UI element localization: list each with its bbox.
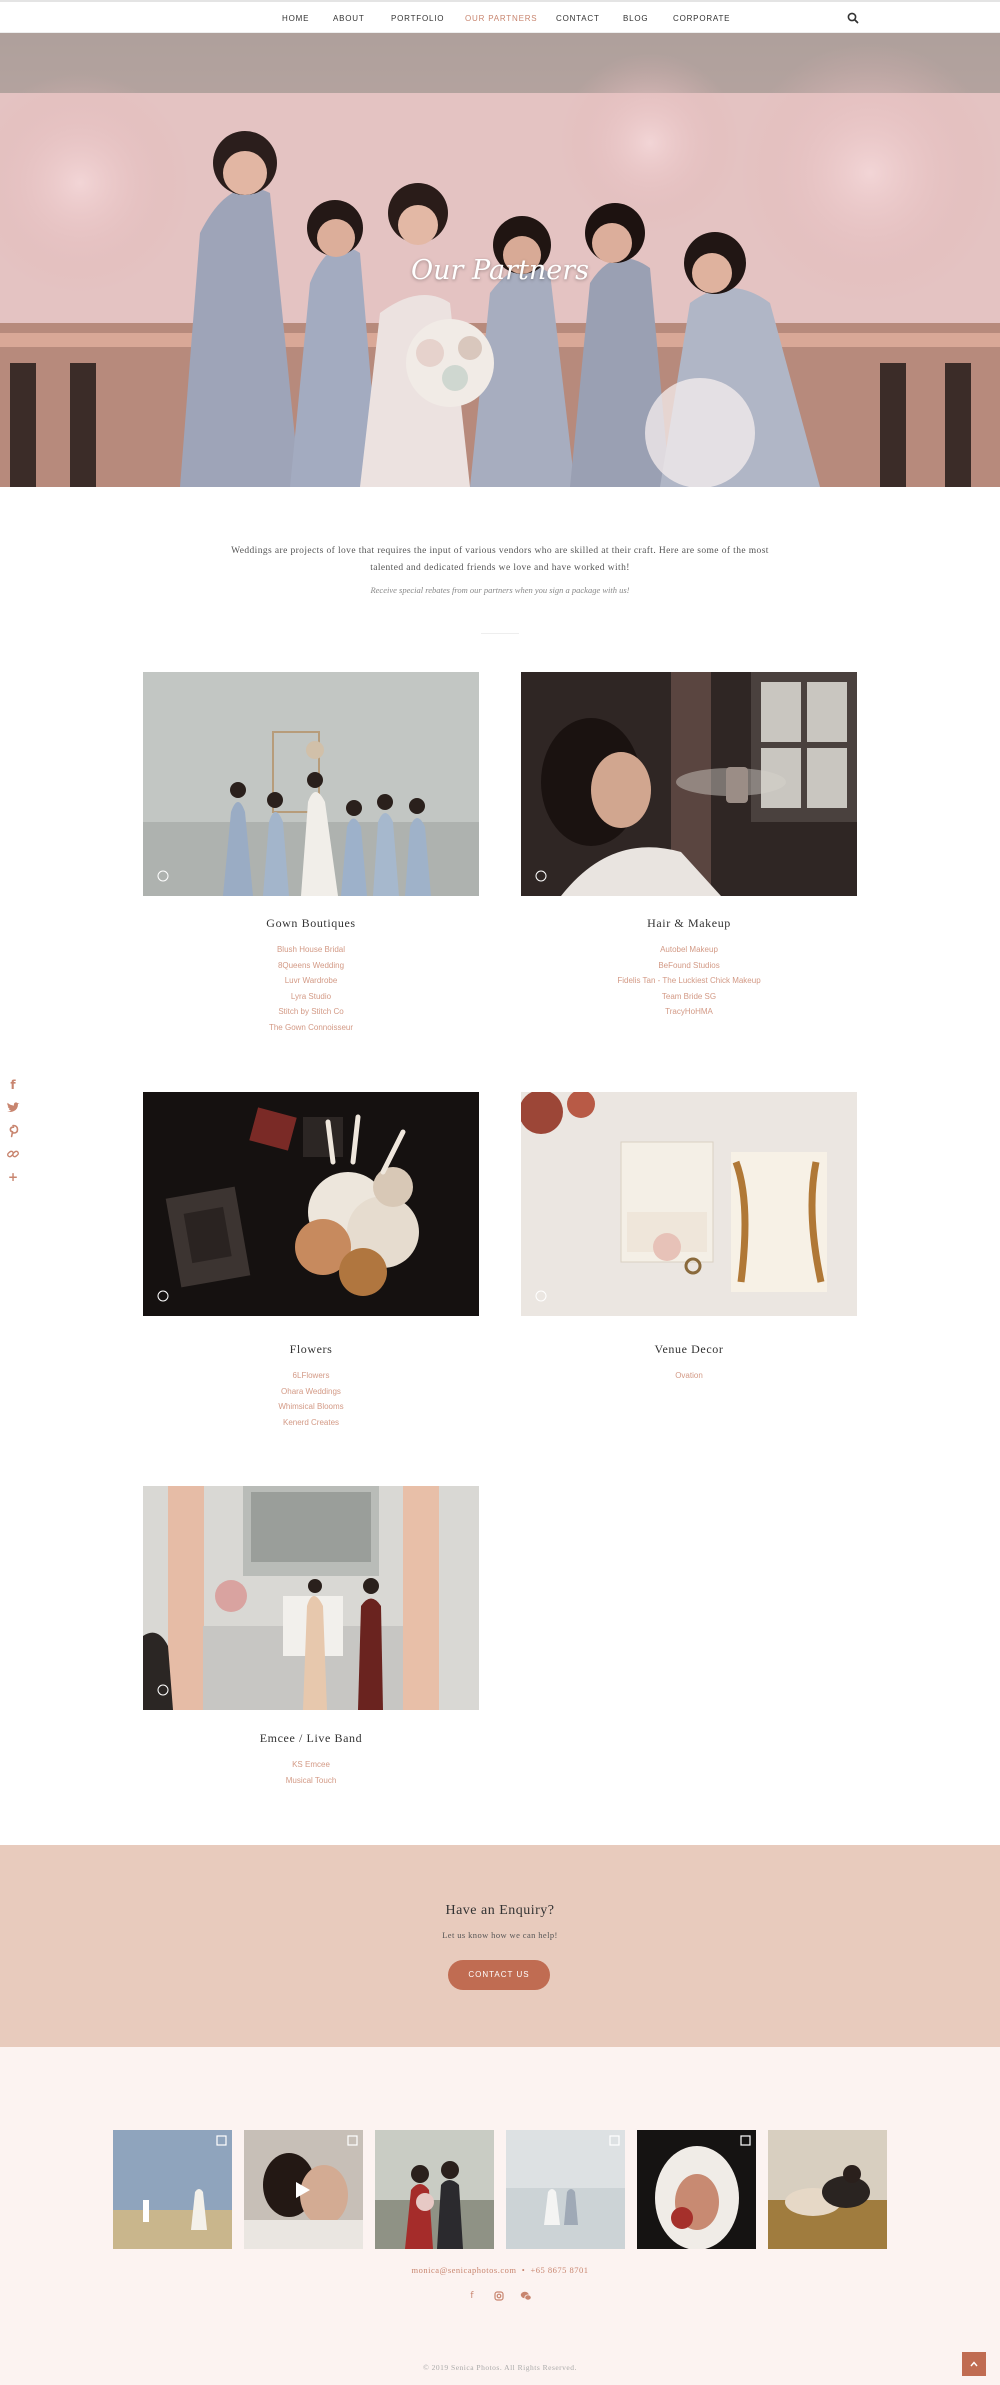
nav-item-contact[interactable]: CONTACT: [556, 14, 600, 23]
partner-link[interactable]: The Gown Connoisseur: [143, 1020, 479, 1036]
partner-link-list: Blush House Bridal 8Queens Wedding Luvr …: [143, 942, 479, 1036]
contact-separator: •: [521, 2265, 526, 2275]
back-to-top-button[interactable]: [962, 2352, 986, 2376]
partner-link-list: Ovation: [521, 1368, 857, 1384]
partner-link[interactable]: KS Emcee: [143, 1757, 479, 1773]
partner-link-list: KS Emcee Musical Touch: [143, 1757, 479, 1788]
phone-link[interactable]: +65 8675 8701: [530, 2265, 588, 2275]
partner-category-title: Flowers: [289, 1342, 333, 1356]
nav-item-portfolio[interactable]: PORTFOLIO: [391, 14, 444, 23]
partner-link[interactable]: Autobel Makeup: [521, 942, 857, 958]
partner-link[interactable]: Ovation: [521, 1368, 857, 1384]
emcee-live-band-image: [143, 1486, 479, 1710]
footer-social-icons: f: [465, 2289, 535, 2303]
instagram-post[interactable]: [506, 2130, 625, 2249]
instagram-post[interactable]: [375, 2130, 494, 2249]
link-icon[interactable]: [6, 1147, 20, 1161]
section-divider: [481, 633, 519, 634]
instagram-post[interactable]: [768, 2130, 887, 2249]
nav-item-blog[interactable]: BLOG: [623, 14, 648, 23]
wechat-icon[interactable]: [519, 2289, 533, 2303]
top-navigation: HOME ABOUT PORTFOLIO OUR PARTNERS CONTAC…: [0, 0, 1000, 33]
instagram-post[interactable]: [113, 2130, 232, 2249]
enquiry-title: Have an Enquiry?: [445, 1903, 555, 1918]
twitter-icon[interactable]: [6, 1101, 20, 1115]
nav-item-corporate[interactable]: CORPORATE: [673, 14, 730, 23]
footer: monica@senicaphotos.com • +65 8675 8701 …: [0, 2047, 1000, 2385]
pinterest-icon[interactable]: [6, 1124, 20, 1138]
contact-info: monica@senicaphotos.com • +65 8675 8701: [0, 2265, 1000, 2275]
flowers-image: [143, 1092, 479, 1316]
intro-text: Weddings are projects of love that requi…: [231, 546, 769, 573]
partner-link[interactable]: Musical Touch: [143, 1773, 479, 1789]
instagram-icon[interactable]: [492, 2289, 506, 2303]
enquiry-section: Have an Enquiry? Let us know how we can …: [0, 1845, 1000, 2047]
partner-category-title: Gown Boutiques: [266, 916, 356, 930]
instagram-post[interactable]: [637, 2130, 756, 2249]
partner-link-list: Autobel Makeup BeFound Studios Fidelis T…: [521, 942, 857, 1020]
contact-us-button[interactable]: CONTACT US: [448, 1960, 550, 1990]
partner-link[interactable]: Ohara Weddings: [143, 1384, 479, 1400]
plus-icon[interactable]: +: [6, 1170, 20, 1184]
facebook-icon[interactable]: f: [6, 1078, 20, 1092]
partner-link[interactable]: TracyHoHMA: [521, 1004, 857, 1020]
social-share-sidebar: f +: [6, 1078, 22, 1193]
gown-boutiques-image: [143, 672, 479, 896]
partner-link[interactable]: Team Bride SG: [521, 989, 857, 1005]
partner-link[interactable]: Stitch by Stitch Co: [143, 1004, 479, 1020]
nav-item-home[interactable]: HOME: [282, 14, 309, 23]
partner-link-list: 6LFlowers Ohara Weddings Whimsical Bloom…: [143, 1368, 479, 1430]
enquiry-subtitle: Let us know how we can help!: [442, 1930, 558, 1940]
search-button[interactable]: [846, 11, 860, 25]
facebook-icon[interactable]: f: [465, 2289, 479, 2303]
partner-link[interactable]: Whimsical Blooms: [143, 1399, 479, 1415]
partner-link[interactable]: Luvr Wardrobe: [143, 973, 479, 989]
hair-makeup-image: [521, 672, 857, 896]
partner-link[interactable]: 6LFlowers: [143, 1368, 479, 1384]
email-link[interactable]: monica@senicaphotos.com: [411, 2265, 516, 2275]
partner-link[interactable]: Fidelis Tan - The Luckiest Chick Makeup: [521, 973, 857, 989]
instagram-post[interactable]: [244, 2130, 363, 2249]
partner-link[interactable]: 8Queens Wedding: [143, 958, 479, 974]
nav-item-our-partners[interactable]: OUR PARTNERS: [465, 14, 537, 23]
chevron-up-icon: [970, 2361, 978, 2367]
search-icon: [847, 12, 859, 24]
venue-decor-image: [521, 1092, 857, 1316]
partner-link[interactable]: Kenerd Creates: [143, 1415, 479, 1431]
partner-link[interactable]: Blush House Bridal: [143, 942, 479, 958]
copyright: © 2019 Senica Photos. All Rights Reserve…: [423, 2363, 577, 2372]
nav-item-about[interactable]: ABOUT: [333, 14, 365, 23]
partner-category-title: Emcee / Live Band: [259, 1731, 363, 1745]
partner-category-title: Hair & Makeup: [647, 916, 731, 930]
partner-link[interactable]: Lyra Studio: [143, 989, 479, 1005]
page-title: Our Partners: [411, 255, 589, 286]
partner-link[interactable]: BeFound Studios: [521, 958, 857, 974]
hero-banner: Our Partners: [0, 33, 1000, 487]
intro-rebate-note: Receive special rebates from our partner…: [370, 585, 630, 595]
partner-category-title: Venue Decor: [654, 1342, 724, 1356]
